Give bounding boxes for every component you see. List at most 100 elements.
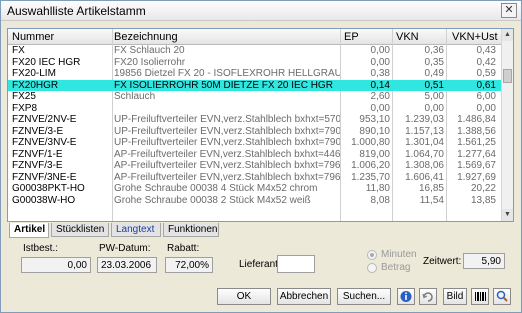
cell-nummer: FZNVF/3-E xyxy=(12,160,63,171)
scroll-down-icon[interactable]: ▼ xyxy=(502,209,513,221)
cancel-button[interactable]: Abbrechen xyxy=(277,288,331,305)
tab-langtext[interactable]: Langtext xyxy=(111,223,161,237)
dialog-window: Auswahlliste Artikelstamm ✕ Nummer Bezei… xyxy=(0,0,522,313)
cell-vkn: 0,51 xyxy=(424,79,444,91)
cell-bezeichnung: Grohe Schraube 00038 2 Stück M4x52 weiß xyxy=(114,194,311,206)
cell-ep: 0,38 xyxy=(370,68,390,79)
title-bar: Auswahlliste Artikelstamm ✕ xyxy=(1,1,521,21)
cell-vkn-ust: 0,61 xyxy=(476,79,496,91)
rabatt-label: Rabatt: xyxy=(167,243,200,254)
vertical-scrollbar[interactable]: ▲ ▼ xyxy=(501,29,513,221)
table-row[interactable]: G00038PKT-HO Grohe Schraube 00038 4 Stück… xyxy=(8,183,502,195)
table-row[interactable]: FX20 IEC HGR FX20 Isolierrohr 0,00 0,35 0,42 xyxy=(8,57,502,69)
cell-vkn-ust: 0,00 xyxy=(476,102,496,114)
minuten-radio[interactable] xyxy=(367,250,377,260)
find-button[interactable] xyxy=(493,288,511,305)
column-header-bezeichnung[interactable]: Bezeichnung xyxy=(114,31,178,43)
cell-ep: 0,00 xyxy=(370,45,390,56)
betrag-radio[interactable] xyxy=(367,263,377,273)
cell-bezeichnung: AP-Freiluftverteiler EVN,verz.Stahlblech… xyxy=(114,160,340,171)
scroll-up-icon[interactable]: ▲ xyxy=(502,29,513,41)
cell-vkn: 1.239,03 xyxy=(405,114,444,125)
table-row[interactable]: FX FX Schlauch 20 0,00 0,36 0,43 xyxy=(8,45,502,57)
cell-ep: 890,10 xyxy=(359,125,390,137)
article-table: Nummer Bezeichnung EP VKN VKN+Ust FX FX S… xyxy=(7,28,514,222)
cell-vkn-ust: 0,42 xyxy=(476,56,496,68)
cell-vkn: 1.301,04 xyxy=(405,137,444,148)
cell-bezeichnung: UP-Freiluftverteiler EVN,verz.Stahlblech… xyxy=(114,114,340,125)
info-icon xyxy=(400,291,412,302)
column-header-vkn-ust[interactable]: VKN+Ust xyxy=(452,31,498,43)
cell-vkn-ust: 1.388,56 xyxy=(457,125,496,137)
cell-vkn: 0,35 xyxy=(424,56,444,68)
table-row[interactable]: FX20-LIM 19856 Dietzel FX 20 - ISOFLEXROH… xyxy=(8,68,502,80)
rabatt-field: 72,00% xyxy=(165,257,213,273)
refresh-button[interactable] xyxy=(419,288,437,305)
cell-vkn: 5,00 xyxy=(424,91,444,102)
cell-bezeichnung: AP-Freiluftverteiler EVN,verz.Stahlblech… xyxy=(114,148,340,160)
column-header-vkn[interactable]: VKN xyxy=(396,31,419,43)
close-button[interactable]: ✕ xyxy=(501,3,517,18)
zeitwert-label: Zeitwert: xyxy=(423,256,462,267)
cell-vkn: 1.308,06 xyxy=(405,160,444,171)
betrag-label: Betrag xyxy=(381,262,411,273)
window-title: Auswahlliste Artikelstamm xyxy=(7,4,146,18)
cell-bezeichnung: Schlauch xyxy=(114,91,156,102)
table-row[interactable]: FXP8 0,00 0,00 0,00 xyxy=(8,103,502,115)
cell-bezeichnung: UP-Freiluftverteiler EVN,verz.Stahlblech… xyxy=(114,125,340,137)
cell-nummer: FX20HGR xyxy=(12,79,59,91)
cell-vkn-ust: 0,59 xyxy=(476,68,496,79)
cell-vkn-ust: 20,22 xyxy=(470,183,496,194)
cell-nummer: FXP8 xyxy=(12,102,38,114)
barcode-button[interactable] xyxy=(471,288,489,305)
lieferant-label: Lieferant: xyxy=(239,259,281,270)
pwdatum-field: 23.03.2006 xyxy=(97,257,157,273)
table-row[interactable]: FZNVE/2NV-E UP-Freiluftverteiler EVN,verz… xyxy=(8,114,502,126)
cell-ep: 11,80 xyxy=(365,183,390,194)
picture-button[interactable]: Bild xyxy=(443,288,467,305)
tab-funktionen[interactable]: Funktionen xyxy=(163,223,219,237)
cell-ep: 0,00 xyxy=(370,102,390,114)
refresh-icon xyxy=(422,292,433,302)
cell-nummer: FZNVE/2NV-E xyxy=(12,114,77,125)
cell-ep: 953,10 xyxy=(359,114,390,125)
cell-bezeichnung: UP-Freiluftverteiler EVN,verz.Stahlblech… xyxy=(114,137,340,148)
table-row[interactable]: FZNVF/3-E AP-Freiluftverteiler EVN,verz.S… xyxy=(8,160,502,172)
cell-nummer: FX25 xyxy=(12,91,36,102)
table-header: Nummer Bezeichnung EP VKN VKN+Ust xyxy=(8,29,502,45)
cell-nummer: FX20-LIM xyxy=(12,68,56,79)
search-button[interactable]: Suchen... xyxy=(337,288,391,305)
cell-ep: 819,00 xyxy=(359,148,390,160)
ok-button[interactable]: OK xyxy=(217,288,271,305)
cell-ep: 0,14 xyxy=(370,79,390,91)
cell-ep: 2,60 xyxy=(370,91,390,102)
cell-nummer: FZNVE/3-E xyxy=(12,125,64,137)
minuten-label: Minuten xyxy=(381,249,417,260)
close-icon: ✕ xyxy=(504,4,514,16)
cell-vkn-ust: 0,43 xyxy=(476,45,496,56)
cell-vkn-ust: 1.561,25 xyxy=(457,137,496,148)
cell-nummer: FZNVF/1-E xyxy=(12,148,63,160)
cell-bezeichnung: FX ISOLIERROHR 50M DIETZE FX 20 IEC HGR xyxy=(114,79,333,91)
table-row[interactable]: FZNVE/3NV-E UP-Freiluftverteiler EVN,verz… xyxy=(8,137,502,149)
info-button[interactable] xyxy=(397,288,415,305)
table-row[interactable]: FZNVE/3-E UP-Freiluftverteiler EVN,verz.S… xyxy=(8,126,502,138)
cell-ep: 1.235,70 xyxy=(351,171,390,183)
cell-vkn: 11,54 xyxy=(419,194,444,206)
cell-ep: 1.006,20 xyxy=(351,160,390,171)
cell-bezeichnung: AP-Freiluftverteiler EVN,verz.Stahlblech… xyxy=(114,171,340,183)
cell-vkn: 1.064,70 xyxy=(405,148,444,160)
cell-vkn: 0,36 xyxy=(424,45,444,56)
table-row[interactable]: FZNVF/3NE-E AP-Freiluftverteiler EVN,verz… xyxy=(8,172,502,184)
table-row[interactable]: G00038W-HO Grohe Schraube 00038 2 Stück M… xyxy=(8,195,502,207)
scroll-thumb[interactable] xyxy=(503,69,512,83)
tab-artikel[interactable]: Artikel xyxy=(9,223,49,238)
lieferant-input[interactable] xyxy=(277,255,315,273)
column-header-nummer[interactable]: Nummer xyxy=(12,31,54,43)
table-row[interactable]: FX25 Schlauch 2,60 5,00 6,00 xyxy=(8,91,502,103)
table-row[interactable]: FZNVF/1-E AP-Freiluftverteiler EVN,verz.S… xyxy=(8,149,502,161)
table-row[interactable]: FX20HGR FX ISOLIERROHR 50M DIETZE FX 20 I… xyxy=(8,79,502,91)
cell-vkn: 1.606,41 xyxy=(405,171,444,183)
tab-stuecklisten[interactable]: Stücklisten xyxy=(51,223,109,237)
column-header-ep[interactable]: EP xyxy=(344,31,359,43)
